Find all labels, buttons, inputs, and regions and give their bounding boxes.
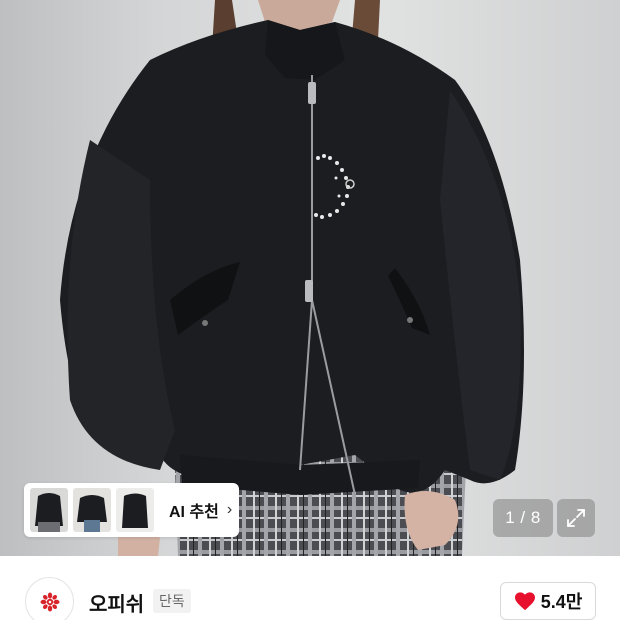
brand-logo[interactable] [25, 577, 74, 620]
ai-recommend-button[interactable]: AI 추천 › [169, 498, 232, 522]
expand-icon [567, 509, 585, 527]
product-detail-screen: AI 추천 › 1 / 8 오피쉬 단독 5.4만 [0, 0, 620, 620]
product-photo-illustration [0, 0, 620, 556]
image-counter: 1 / 8 [493, 499, 553, 537]
thumbnail-3[interactable] [116, 488, 154, 532]
ai-recommend-strip[interactable]: AI 추천 › [24, 483, 239, 537]
thumbnail-1[interactable] [30, 488, 68, 532]
thumbnail-2[interactable] [73, 488, 111, 532]
brand-logo-icon [40, 592, 59, 611]
exclusive-badge: 단독 [153, 589, 191, 613]
chevron-right-icon: › [226, 501, 233, 518]
product-image[interactable] [0, 0, 620, 556]
like-count: 5.4만 [540, 592, 583, 612]
heart-icon [514, 592, 535, 611]
ai-recommend-label: AI 추천 [169, 504, 219, 521]
brand-name[interactable]: 오피쉬 [89, 588, 144, 617]
expand-button[interactable] [557, 499, 595, 537]
like-button[interactable]: 5.4만 [500, 582, 596, 620]
